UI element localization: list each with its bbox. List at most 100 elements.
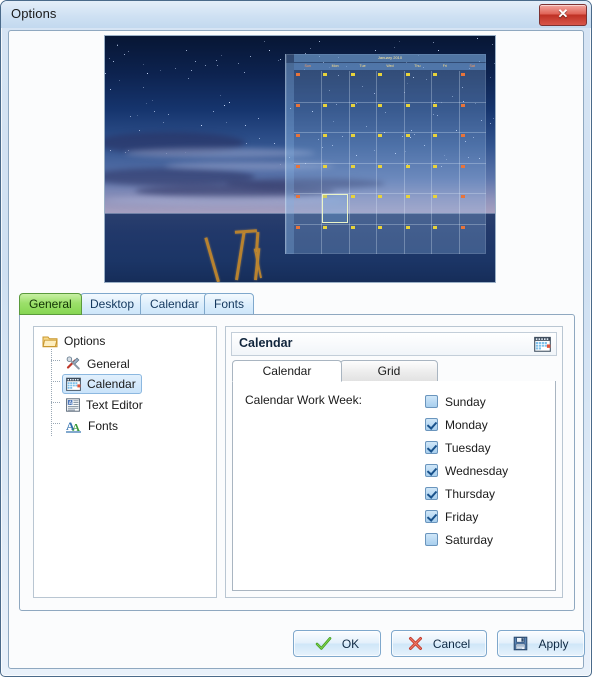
preview-star — [226, 121, 228, 123]
checkbox-friday[interactable]: Friday — [425, 505, 508, 528]
tree-root-options[interactable]: Options — [42, 334, 105, 348]
checkbox-sunday[interactable]: Sunday — [425, 390, 508, 413]
preview-star — [116, 45, 118, 47]
panel-header: Calendar — [231, 332, 557, 356]
overlay-day-number — [460, 225, 465, 229]
preview-star — [119, 80, 121, 82]
tree-item-general[interactable]: General — [62, 353, 136, 374]
overlay-day-number — [405, 195, 410, 198]
overlay-day-number — [460, 73, 465, 76]
checkbox-label: Saturday — [445, 532, 494, 547]
overlay-gridline — [294, 223, 486, 225]
preview-star — [269, 50, 271, 52]
overlay-day-number — [378, 103, 383, 107]
preview-star — [224, 105, 225, 107]
calendar-icon — [66, 377, 81, 391]
preview-star — [143, 87, 145, 89]
overlay-day-number — [433, 73, 438, 76]
cancel-button[interactable]: Cancel — [391, 630, 487, 657]
red-x-icon — [408, 636, 423, 651]
work-week-label: Calendar Work Week: — [245, 393, 362, 407]
preview-star — [201, 124, 203, 126]
tree-root-label: Options — [64, 334, 106, 348]
preview-star — [258, 138, 260, 140]
preview-star — [216, 60, 218, 62]
dialog-client-area: January 2010 Sun Mon Tue Wed Thu Fri Sat Gener… — [8, 30, 585, 669]
checkbox-box[interactable] — [425, 464, 438, 477]
overlay-day-number — [433, 103, 438, 107]
checkbox-tuesday[interactable]: Tuesday — [425, 436, 508, 459]
options-tree-panel[interactable]: Options General Calendar A Text Editor A… — [33, 326, 217, 598]
checkbox-label: Thursday — [445, 486, 496, 501]
preview-star — [145, 103, 147, 105]
tree-item-fonts[interactable]: A A Fonts — [62, 416, 124, 436]
overlay-day-number — [460, 195, 465, 198]
preview-star — [175, 67, 177, 69]
apply-button[interactable]: Apply — [497, 630, 585, 657]
preview-star — [220, 54, 222, 56]
overlay-day-number — [460, 134, 465, 137]
green-check-icon — [315, 636, 332, 651]
checkbox-box[interactable] — [425, 533, 438, 546]
overlay-day-number — [433, 195, 438, 198]
overlay-day-header: Thu — [414, 64, 421, 68]
close-button[interactable]: ✕ — [539, 4, 587, 26]
tree-item-label: Calendar — [87, 377, 136, 391]
calendar-inner-page: Calendar Work Week: Sunday Monday Tuesday W… — [232, 381, 556, 591]
preview-star — [105, 72, 107, 74]
overlay-day-header: Wed — [386, 64, 394, 68]
checkbox-box[interactable] — [425, 418, 438, 431]
checkbox-saturday[interactable]: Saturday — [425, 528, 508, 551]
preview-star — [258, 118, 260, 120]
options-dialog-window: Options ✕ January 2010 Sun Mon Tue Wed T… — [0, 0, 592, 677]
overlay-day-header: Mon — [331, 64, 339, 68]
ok-button[interactable]: OK — [293, 630, 381, 657]
overlay-day-number — [433, 164, 438, 168]
overlay-day-number — [405, 225, 410, 229]
tree-item-text-editor[interactable]: A Text Editor — [62, 395, 149, 415]
inner-tab-calendar[interactable]: Calendar — [232, 360, 342, 382]
preview-star — [246, 142, 248, 144]
overlay-day-number — [378, 134, 383, 137]
overlay-gridline — [294, 162, 486, 164]
tab-fonts[interactable]: Fonts — [204, 293, 255, 315]
window-title: Options — [11, 6, 57, 21]
checkbox-box[interactable] — [425, 441, 438, 454]
tab-calendar[interactable]: Calendar — [140, 293, 209, 315]
tree-item-label: General — [87, 356, 130, 371]
checkbox-box[interactable] — [425, 395, 438, 408]
preview-star — [162, 122, 164, 124]
preview-star — [245, 125, 247, 127]
overlay-month-title: January 2010 — [294, 54, 486, 62]
overlay-day-number — [296, 73, 300, 76]
preview-star — [492, 43, 494, 45]
checkbox-label: Monday — [445, 417, 488, 432]
overlay-day-number — [323, 225, 328, 229]
preview-star — [154, 111, 156, 113]
checkbox-box[interactable] — [425, 510, 438, 523]
overlay-day-number — [350, 225, 355, 229]
preview-star — [489, 123, 491, 125]
overlay-day-number — [323, 73, 328, 76]
overlay-day-number — [378, 164, 383, 168]
preview-star — [243, 71, 245, 73]
preview-star — [138, 130, 140, 132]
inner-tab-grid[interactable]: Grid — [340, 360, 438, 382]
overlay-day-number — [433, 134, 438, 137]
overlay-day-number — [350, 73, 355, 76]
overlay-gridline — [294, 101, 486, 103]
checkbox-box[interactable] — [425, 487, 438, 500]
tree-item-calendar[interactable]: Calendar — [62, 374, 142, 394]
tree-connector — [51, 402, 60, 403]
preview-star — [110, 150, 112, 152]
checkbox-monday[interactable]: Monday — [425, 413, 508, 436]
preview-star — [274, 143, 276, 145]
checkbox-wednesday[interactable]: Wednesday — [425, 459, 508, 482]
tab-desktop[interactable]: Desktop — [80, 293, 145, 315]
tab-general[interactable]: General — [19, 293, 82, 315]
main-tab-strip: General Desktop Calendar Fonts — [19, 293, 575, 315]
checkbox-label: Friday — [445, 509, 479, 524]
checkbox-thursday[interactable]: Thursday — [425, 482, 508, 505]
overlay-day-number — [323, 164, 328, 168]
preview-star — [438, 50, 440, 52]
